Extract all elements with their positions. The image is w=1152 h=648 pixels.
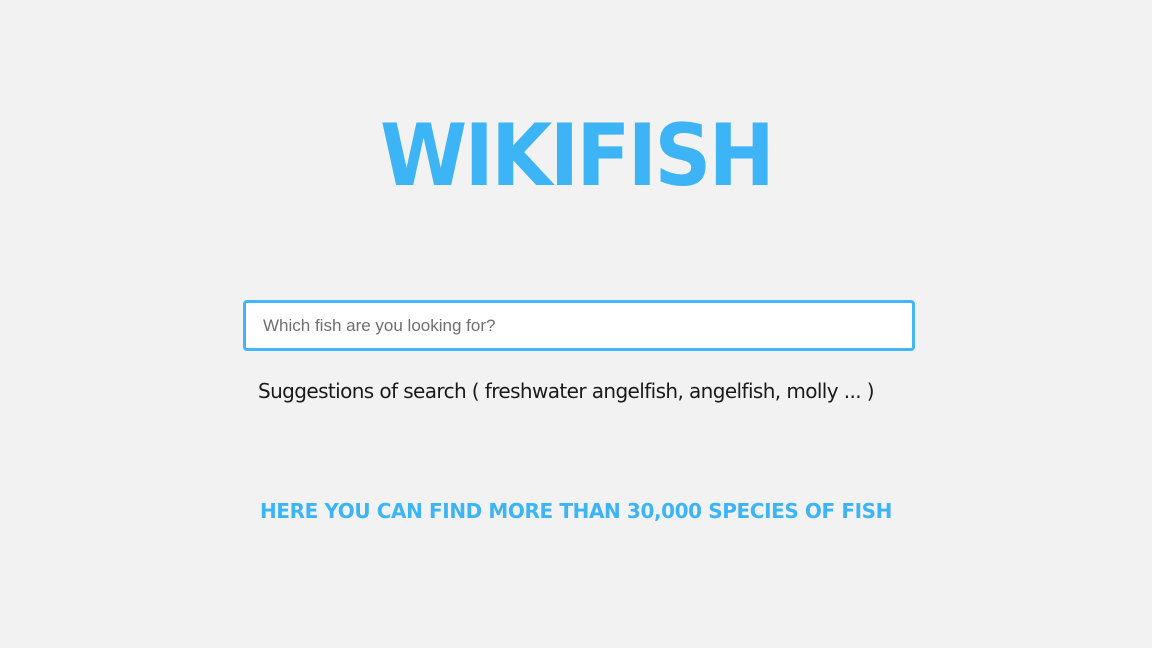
search-box xyxy=(243,300,915,351)
search-suggestions: Suggestions of search ( freshwater angel… xyxy=(258,379,875,403)
site-logo: WIKIFISH xyxy=(379,106,775,206)
home-page: WIKIFISH Suggestions of search ( freshwa… xyxy=(0,0,1152,648)
search-input[interactable] xyxy=(246,303,912,348)
species-tagline: HERE YOU CAN FIND MORE THAN 30,000 SPECI… xyxy=(259,499,893,523)
